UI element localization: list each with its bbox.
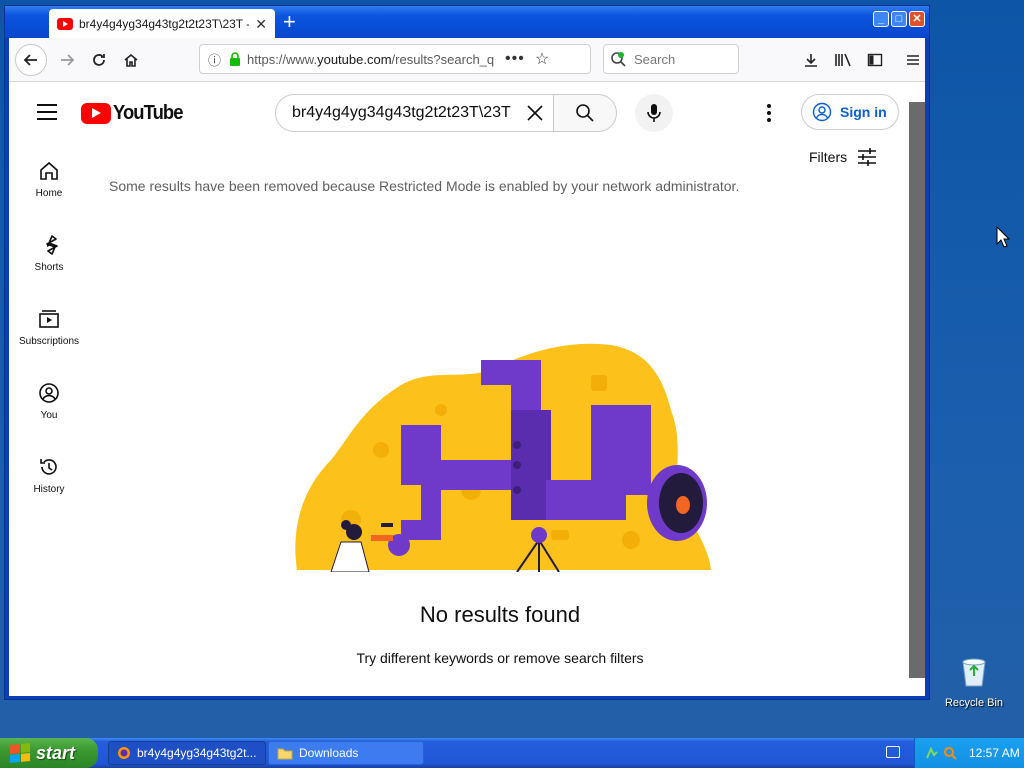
taskbar: start br4y4g4yg34g43tg2t... Downloads 12…: [0, 738, 1024, 768]
mini-guide: Home Shorts Subscriptions You History: [9, 152, 89, 522]
home-icon: [124, 53, 138, 67]
no-results-illustration: [295, 343, 711, 572]
filters-button[interactable]: Filters: [809, 148, 877, 166]
search-button[interactable]: [553, 94, 617, 132]
security-search-icon[interactable]: [943, 746, 957, 760]
filters-label: Filters: [809, 149, 848, 165]
mouse-cursor-icon: [996, 226, 1010, 248]
url-bar[interactable]: ⓘ https://www.youtube.com/results?search…: [199, 44, 591, 74]
sidebar-item-you[interactable]: You: [9, 374, 89, 448]
sign-in-button[interactable]: Sign in: [801, 94, 899, 130]
sidebar-toggle-button[interactable]: [861, 46, 889, 74]
system-tray: 12:57 AM: [914, 738, 1024, 768]
account-icon: [812, 102, 832, 122]
info-icon[interactable]: ⓘ: [208, 50, 221, 69]
youtube-page: YouTube br4y4g4yg34g43tg2t2t23T\23T Sign…: [9, 82, 925, 696]
page-scrollbar[interactable]: [909, 102, 925, 678]
reload-button[interactable]: [85, 46, 113, 74]
sidebar-item-home[interactable]: Home: [9, 152, 89, 226]
start-button[interactable]: start: [0, 738, 98, 768]
sidebar-item-shorts[interactable]: Shorts: [9, 226, 89, 300]
minimize-button[interactable]: _: [873, 11, 889, 27]
url-text: https://www.youtube.com/results?search_q: [247, 51, 495, 67]
recycle-bin-label: Recycle Bin: [944, 697, 1004, 709]
windows-flag-icon: [10, 742, 30, 764]
sidebar-item-subscriptions[interactable]: Subscriptions: [9, 300, 89, 374]
menu-button[interactable]: [899, 46, 927, 74]
reload-icon: [93, 54, 105, 66]
search-icon: [576, 104, 594, 122]
youtube-logo[interactable]: YouTube: [81, 102, 189, 125]
network-icon[interactable]: [925, 746, 939, 760]
keyboard-language-icon[interactable]: [886, 746, 900, 758]
taskbar-item-downloads[interactable]: Downloads: [268, 741, 424, 765]
recycle-bin-icon: [962, 658, 986, 687]
window-controls: _ □ ✕: [873, 11, 925, 27]
browser-search-placeholder: Search: [634, 51, 676, 67]
downloads-button[interactable]: [797, 46, 825, 74]
hamburger-icon: [907, 55, 919, 65]
youtube-wordmark: YouTube: [113, 102, 183, 124]
recycle-bin-shortcut[interactable]: Recycle Bin: [942, 656, 1006, 709]
no-results-heading: No results found: [419, 602, 581, 627]
title-bar: br4y4g4yg34g43tg2t2t23T\23T - ✕ + _ □ ✕: [5, 6, 929, 39]
no-results-hint: Try different keywords or remove search …: [356, 650, 644, 666]
back-button[interactable]: [15, 44, 47, 76]
subscriptions-icon: [39, 310, 59, 328]
page-actions-icon[interactable]: •••: [505, 50, 525, 68]
forward-arrow-icon: [61, 54, 75, 66]
restricted-mode-notice: Some results have been removed because R…: [109, 178, 740, 194]
history-icon: [40, 459, 57, 475]
tab-title: br4y4g4yg34g43tg2t2t23T\23T -: [79, 17, 249, 31]
home-icon: [40, 161, 58, 180]
search-engine-icon: [611, 52, 626, 67]
folder-icon: [277, 748, 293, 759]
sign-in-label: Sign in: [840, 104, 887, 120]
close-button[interactable]: ✕: [909, 11, 925, 27]
maximize-button[interactable]: □: [891, 11, 907, 27]
lock-icon: [230, 52, 241, 66]
navigation-toolbar: ⓘ https://www.youtube.com/results?search…: [9, 38, 925, 82]
search-input[interactable]: br4y4g4yg34g43tg2t2t23T\23T: [275, 94, 553, 132]
home-button[interactable]: [117, 46, 145, 74]
youtube-favicon-icon: [57, 18, 73, 30]
start-label: start: [36, 742, 76, 763]
back-arrow-icon: [23, 54, 37, 66]
browser-window: br4y4g4yg34g43tg2t2t23T\23T - ✕ + _ □ ✕ …: [4, 5, 930, 700]
voice-search-button[interactable]: [635, 94, 673, 132]
new-tab-button[interactable]: +: [283, 10, 296, 34]
search-query: br4y4g4yg34g43tg2t2t23T\23T: [292, 104, 511, 121]
sidebar-item-history[interactable]: History: [9, 448, 89, 522]
download-icon: [805, 54, 817, 67]
bookmark-star-icon[interactable]: ☆: [535, 49, 549, 69]
taskbar-item-browser[interactable]: br4y4g4yg34g43tg2t...: [108, 741, 266, 765]
tab-close-icon[interactable]: ✕: [255, 16, 267, 33]
you-icon: [39, 383, 59, 403]
firefox-icon: [118, 747, 130, 759]
library-button[interactable]: [829, 46, 857, 74]
browser-search-box[interactable]: Search: [603, 44, 739, 74]
browser-tab[interactable]: br4y4g4yg34g43tg2t2t23T\23T - ✕: [49, 9, 275, 39]
settings-more-button[interactable]: [759, 102, 779, 124]
shorts-icon: [46, 235, 58, 255]
clear-search-icon[interactable]: [525, 103, 545, 123]
library-icon: [835, 53, 851, 67]
sidebar-icon: [867, 53, 883, 67]
microphone-icon: [647, 104, 661, 122]
youtube-play-icon: [81, 103, 111, 124]
forward-button[interactable]: [53, 46, 81, 74]
filter-sliders-icon: [858, 148, 877, 166]
clock: 12:57 AM: [969, 746, 1020, 760]
guide-menu-button[interactable]: [37, 104, 57, 120]
